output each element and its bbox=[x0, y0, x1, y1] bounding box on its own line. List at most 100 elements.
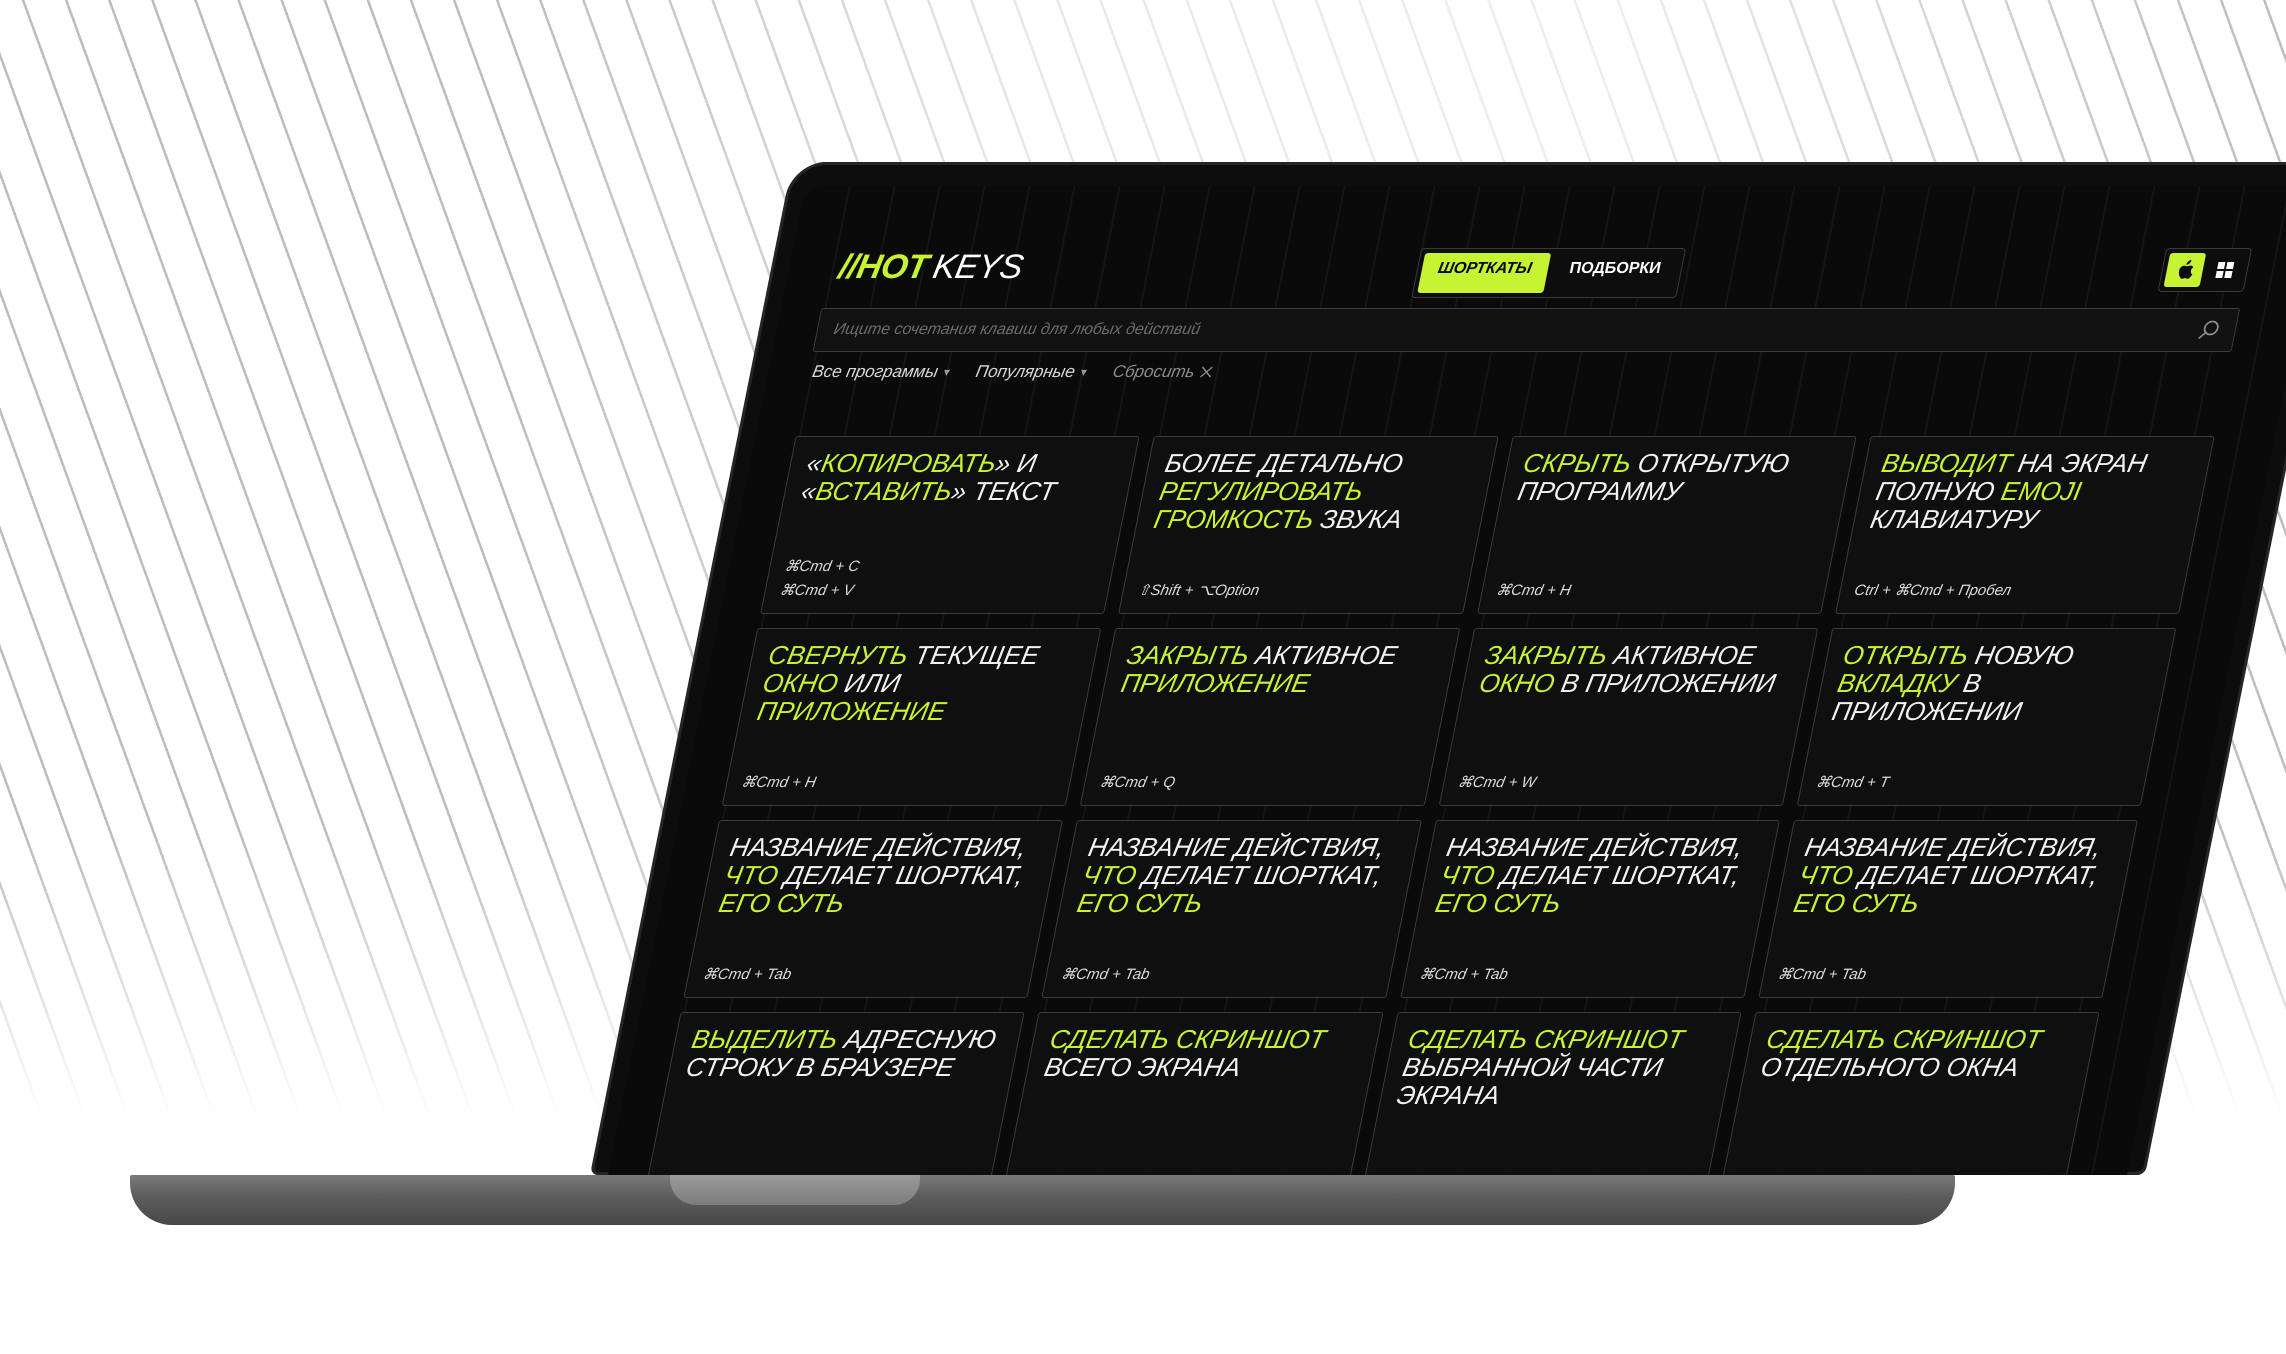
shortcut-card[interactable]: СДЕЛАТЬ СКРИНШОТ ВСЕГО ЭКРАНА bbox=[1003, 1012, 1384, 1175]
key-combination: ⌘Cmd + Tab bbox=[1059, 966, 1152, 983]
shortcut-card[interactable]: НАЗВАНИЕ ДЕЙСТВИЯ, ЧТО ДЕЛАЕТ ШОРТКАТ, Е… bbox=[1399, 820, 1780, 998]
key-combination: ⌘Cmd + V bbox=[778, 582, 856, 599]
shortcut-keys: ⌘Cmd + Tab bbox=[1775, 963, 1868, 987]
shortcut-title: НАЗВАНИЕ ДЕЙСТВИЯ, ЧТО ДЕЛАЕТ ШОРТКАТ, Е… bbox=[1791, 832, 2118, 918]
filter-popular-label: Популярные bbox=[974, 362, 1077, 381]
title-text: ИЛИ bbox=[834, 668, 904, 698]
title-text: БОЛЕЕ ДЕТАЛЬНО bbox=[1162, 448, 1406, 478]
title-text: АКТИВНОЕ bbox=[1245, 640, 1401, 670]
title-highlight: ЧТО bbox=[1796, 860, 1856, 890]
shortcut-keys: ⇧Shift + ⌥Option bbox=[1136, 579, 1262, 603]
title-text: ДЕЛАЕТ ШОРТКАТ, bbox=[1849, 860, 2102, 890]
shortcut-keys: ⌘Cmd + T bbox=[1814, 771, 1892, 795]
key-combination: ⌘Cmd + C bbox=[782, 558, 861, 575]
key-combination: Ctrl + ⌘Cmd + Пробел bbox=[1852, 582, 2013, 599]
mac-os-button[interactable] bbox=[2163, 253, 2207, 287]
shortcut-card[interactable]: «КОПИРОВАТЬ» И «ВСТАВИТЬ» ТЕКСТ ⌘Cmd + C ⌘… bbox=[760, 436, 1140, 614]
shortcut-card[interactable]: ЗАКРЫТЬ АКТИВНОЕ ПРИЛОЖЕНИЕ ⌘Cmd + Q bbox=[1079, 628, 1460, 806]
shortcut-keys: ⌘Cmd + Q bbox=[1097, 771, 1177, 795]
shortcut-keys: Ctrl + ⌘Cmd + Пробел bbox=[1852, 579, 2013, 603]
title-highlight: ВЫВОДИТ bbox=[1879, 448, 2015, 478]
filter-all-programs[interactable]: Все программы ▾ bbox=[810, 362, 952, 382]
title-highlight: ЧТО bbox=[721, 860, 781, 890]
title-text: АКТИВНОЕ bbox=[1604, 640, 1759, 670]
title-highlight: ЕГО СУТЬ bbox=[1432, 888, 1564, 918]
title-highlight: КОПИРОВАТЬ bbox=[818, 448, 1000, 478]
title-highlight: ПРИЛОЖЕНИЕ bbox=[754, 696, 949, 726]
title-text: ДЕЛАЕТ ШОРТКАТ, bbox=[1133, 860, 1385, 890]
shortcut-card[interactable]: ВЫДЕЛИТЬ АДРЕСНУЮ СТРОКУ В БРАУЗЕРЕ bbox=[645, 1012, 1025, 1175]
shortcut-keys: ⌘Cmd + H bbox=[1494, 579, 1573, 603]
app-logo[interactable]: //HOTKEYS bbox=[835, 248, 1026, 287]
shortcut-cards-grid: «КОПИРОВАТЬ» И «ВСТАВИТЬ» ТЕКСТ ⌘Cmd + C ⌘… bbox=[645, 436, 2215, 1175]
title-text: В ПРИЛОЖЕНИИ bbox=[1551, 668, 1779, 698]
title-highlight: ОТКРЫТЬ bbox=[1840, 640, 1972, 670]
search-bar bbox=[812, 308, 2241, 352]
section-tabs: ШОРТКАТЫ ПОДБОРКИ bbox=[1411, 248, 1686, 298]
logo-hot-text: HOT bbox=[853, 248, 932, 286]
shortcut-keys: ⌘Cmd + C ⌘Cmd + V bbox=[777, 555, 861, 603]
tab-collections[interactable]: ПОДБОРКИ bbox=[1549, 253, 1680, 293]
filter-all-programs-label: Все программы bbox=[810, 362, 940, 381]
key-combination: ⌘Cmd + H bbox=[739, 774, 818, 791]
laptop-lid: //HOTKEYS ШОРТКАТЫ ПОДБОРКИ Ищите сочета… bbox=[590, 162, 2286, 1175]
shortcut-title: НАЗВАНИЕ ДЕЙСТВИЯ, ЧТО ДЕЛАЕТ ШОРТКАТ, Е… bbox=[1432, 832, 1760, 918]
shortcut-title: СВЕРНУТЬ ТЕКУЩЕЕ ОКНО ИЛИ ПРИЛОЖЕНИЕ bbox=[754, 640, 1082, 726]
shortcut-card[interactable]: СВЕРНУТЬ ТЕКУЩЕЕ ОКНО ИЛИ ПРИЛОЖЕНИЕ ⌘Cmd… bbox=[721, 628, 1102, 806]
title-highlight: СДЕЛАТЬ СКРИНШОТ bbox=[1405, 1024, 1687, 1054]
logo-keys-text: KEYS bbox=[929, 248, 1027, 286]
title-highlight: ЕГО СУТЬ bbox=[716, 888, 848, 918]
key-combination: ⇧Shift + ⌥Option bbox=[1136, 582, 1261, 599]
title-highlight: ВКЛАДКУ bbox=[1835, 668, 1960, 698]
os-switch bbox=[2157, 248, 2253, 292]
title-text: НАЗВАНИЕ ДЕЙСТВИЯ, bbox=[1802, 832, 2104, 862]
title-highlight: СДЕЛАТЬ СКРИНШОТ bbox=[1763, 1024, 2045, 1054]
laptop-screen: //HOTKEYS ШОРТКАТЫ ПОДБОРКИ Ищите сочета… bbox=[608, 186, 2286, 1175]
shortcut-title: БОЛЕЕ ДЕТАЛЬНО РЕГУЛИРОВАТЬ ГРОМКОСТЬ ЗВ… bbox=[1151, 448, 1479, 534]
shortcut-title: ВЫДЕЛИТЬ АДРЕСНУЮ СТРОКУ В БРАУЗЕРЕ bbox=[684, 1024, 1005, 1082]
title-text: КЛАВИАТУРУ bbox=[1867, 504, 2041, 534]
shortcut-card[interactable]: ЗАКРЫТЬ АКТИВНОЕ ОКНО В ПРИЛОЖЕНИИ ⌘Cmd +… bbox=[1438, 628, 1819, 806]
filter-popular[interactable]: Популярные ▾ bbox=[974, 362, 1089, 382]
search-input[interactable] bbox=[829, 320, 2201, 340]
shortcut-title: СДЕЛАТЬ СКРИНШОТ ВСЕГО ЭКРАНА bbox=[1041, 1024, 1363, 1082]
title-highlight: ПРИЛОЖЕНИЕ bbox=[1118, 668, 1313, 698]
title-text: ВСЕГО ЭКРАНА bbox=[1041, 1052, 1244, 1082]
title-text: НОВУЮ bbox=[1965, 640, 2077, 670]
title-highlight: EMOJI bbox=[1998, 476, 2085, 506]
title-text: НАЗВАНИЕ ДЕЙСТВИЯ, bbox=[727, 832, 1030, 862]
key-combination: ⌘Cmd + Tab bbox=[1417, 966, 1510, 983]
title-text: НАЗВАНИЕ ДЕЙСТВИЯ, bbox=[1085, 832, 1388, 862]
reset-filters-button[interactable]: Сбросить bbox=[1111, 362, 1215, 382]
apple-icon bbox=[2178, 260, 2194, 279]
shortcut-card[interactable]: БОЛЕЕ ДЕТАЛЬНО РЕГУЛИРОВАТЬ ГРОМКОСТЬ ЗВ… bbox=[1118, 436, 1499, 614]
chevron-down-icon: ▾ bbox=[1079, 365, 1089, 379]
title-highlight: СВЕРНУТЬ bbox=[765, 640, 911, 670]
windows-os-button[interactable] bbox=[2203, 253, 2246, 287]
shortcut-title: «КОПИРОВАТЬ» И «ВСТАВИТЬ» ТЕКСТ bbox=[799, 448, 1120, 506]
key-combination: ⌘Cmd + W bbox=[1456, 774, 1538, 791]
shortcut-card[interactable]: СДЕЛАТЬ СКРИНШОТ ОТДЕЛЬНОГО ОКНА bbox=[1719, 1012, 2100, 1175]
shortcut-card[interactable]: НАЗВАНИЕ ДЕЙСТВИЯ, ЧТО ДЕЛАЕТ ШОРТКАТ, Е… bbox=[683, 820, 1064, 998]
shortcut-card[interactable]: СДЕЛАТЬ СКРИНШОТ ВЫБРАННОЙ ЧАСТИ ЭКРАНА bbox=[1361, 1012, 1742, 1175]
shortcut-keys: ⌘Cmd + Tab bbox=[701, 963, 794, 987]
shortcut-title: НАЗВАНИЕ ДЕЙСТВИЯ, ЧТО ДЕЛАЕТ ШОРТКАТ, Е… bbox=[716, 832, 1044, 918]
key-combination: ⌘Cmd + Tab bbox=[1776, 966, 1868, 983]
reset-filters-label: Сбросить bbox=[1111, 362, 1197, 381]
shortcut-card[interactable]: СКРЫТЬ ОТКРЫТУЮ ПРОГРАММУ ⌘Cmd + H bbox=[1476, 436, 1857, 614]
tab-shortcuts[interactable]: ШОРТКАТЫ bbox=[1417, 253, 1551, 293]
shortcut-card[interactable]: ОТКРЫТЬ НОВУЮ ВКЛАДКУ В ПРИЛОЖЕНИИ ⌘Cmd +… bbox=[1796, 628, 2177, 806]
shortcut-title: СКРЫТЬ ОТКРЫТУЮ ПРОГРАММУ bbox=[1515, 448, 1836, 506]
search-icon[interactable] bbox=[2197, 319, 2223, 341]
title-text: ДЕЛАЕТ ШОРТКАТ, bbox=[1491, 860, 1743, 890]
shortcut-card[interactable]: ВЫВОДИТ НА ЭКРАН ПОЛНУЮ EMOJI КЛАВИАТУРУ… bbox=[1834, 436, 2215, 614]
filters-bar: Все программы ▾ Популярные ▾ Сбросить bbox=[810, 362, 1214, 382]
chevron-down-icon: ▾ bbox=[942, 365, 952, 379]
windows-icon bbox=[2215, 262, 2235, 278]
shortcut-card[interactable]: НАЗВАНИЕ ДЕЙСТВИЯ, ЧТО ДЕЛАЕТ ШОРТКАТ, Е… bbox=[1041, 820, 1422, 998]
title-highlight: ОКНО bbox=[1476, 668, 1558, 698]
shortcut-keys: ⌘Cmd + Tab bbox=[1417, 963, 1510, 987]
shortcut-title: НАЗВАНИЕ ДЕЙСТВИЯ, ЧТО ДЕЛАЕТ ШОРТКАТ, Е… bbox=[1075, 832, 1402, 918]
title-highlight: ВЫДЕЛИТЬ bbox=[689, 1024, 841, 1054]
shortcut-card[interactable]: НАЗВАНИЕ ДЕЙСТВИЯ, ЧТО ДЕЛАЕТ ШОРТКАТ, Е… bbox=[1758, 820, 2138, 998]
